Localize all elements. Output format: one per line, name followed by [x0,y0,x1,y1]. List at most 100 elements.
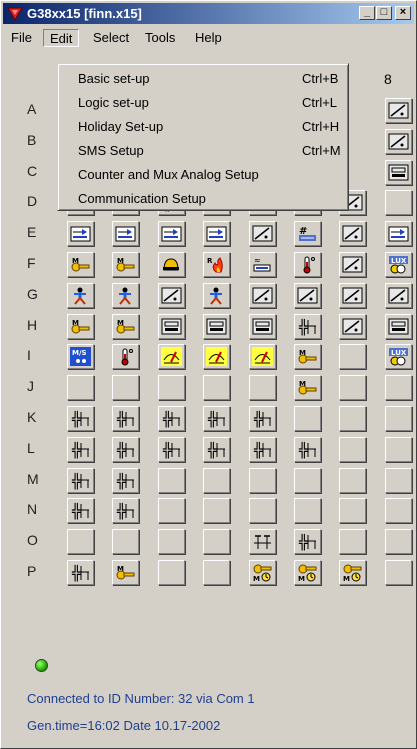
menu-select[interactable]: Select [87,29,135,47]
grid-cell-g6[interactable] [294,282,321,308]
grid-cell-e2[interactable] [112,221,140,247]
grid-cell-m4[interactable] [203,467,231,493]
grid-cell-j2[interactable] [112,375,140,401]
grid-cell-f1[interactable]: M [67,252,94,277]
grid-cell-j6[interactable]: M [294,375,321,401]
grid-cell-h6[interactable]: ╬ [294,313,321,339]
grid-cell-n6[interactable] [294,498,321,524]
grid-cell-k6[interactable] [294,406,321,431]
grid-cell-h3[interactable] [157,313,185,339]
grid-cell-c8[interactable] [384,159,412,185]
grid-cell-m8[interactable] [384,467,412,493]
grid-cell-o5[interactable] [248,529,276,555]
grid-cell-p5[interactable]: M [248,560,276,585]
grid-cell-f7[interactable] [339,252,367,277]
grid-cell-g5[interactable] [248,282,276,308]
grid-cell-f6[interactable] [294,252,321,277]
menu-basic-setup[interactable]: Basic set-up Ctrl+B [60,66,346,90]
grid-cell-f3[interactable] [157,252,185,277]
grid-cell-g3[interactable] [157,282,185,308]
grid-cell-o3[interactable] [157,529,185,555]
grid-cell-n7[interactable] [339,498,367,524]
grid-cell-k5[interactable]: ╬ [248,406,276,431]
menu-tools[interactable]: Tools [139,29,181,47]
grid-cell-h2[interactable]: M [112,313,140,339]
grid-cell-m5[interactable] [248,467,276,493]
grid-cell-g1[interactable] [67,282,94,308]
grid-cell-o6[interactable]: ╬ [294,529,321,555]
menu-communication-setup[interactable]: Communication Setup [60,186,346,210]
grid-cell-o1[interactable] [67,529,94,555]
grid-cell-i7[interactable] [339,344,367,370]
grid-cell-k3[interactable]: ╬ [157,406,185,431]
grid-cell-g8[interactable] [384,282,412,308]
menu-file[interactable]: File [5,29,38,47]
grid-cell-m6[interactable] [294,467,321,493]
grid-cell-e5[interactable] [248,221,276,247]
grid-cell-m7[interactable] [339,467,367,493]
grid-cell-l7[interactable] [339,436,367,462]
grid-cell-h4[interactable] [203,313,231,339]
grid-cell-h5[interactable] [248,313,276,339]
grid-cell-g4[interactable] [203,282,231,308]
grid-cell-k4[interactable]: ╬ [203,406,231,431]
grid-cell-i1[interactable]: M/S [67,344,94,370]
close-button[interactable]: × [395,6,411,20]
grid-cell-j4[interactable] [203,375,231,401]
grid-cell-m3[interactable] [157,467,185,493]
grid-cell-o2[interactable] [112,529,140,555]
grid-cell-f5[interactable]: ≈ [248,252,276,277]
grid-cell-m2[interactable]: ╬ [112,467,140,493]
grid-cell-k1[interactable]: ╬ [67,406,94,431]
grid-cell-l2[interactable]: ╬ [112,436,140,462]
grid-cell-j3[interactable] [157,375,185,401]
grid-cell-n2[interactable]: ╬ [112,498,140,524]
grid-cell-a8[interactable] [384,98,412,123]
grid-cell-n5[interactable] [248,498,276,524]
grid-cell-e7[interactable] [339,221,367,247]
grid-cell-n1[interactable]: ╬ [67,498,94,524]
grid-cell-n4[interactable] [203,498,231,524]
grid-cell-f4[interactable]: R [203,252,231,277]
grid-cell-l8[interactable] [384,436,412,462]
grid-cell-p7[interactable]: M [339,560,367,585]
grid-cell-i2[interactable] [112,344,140,370]
grid-cell-j5[interactable] [248,375,276,401]
grid-cell-n8[interactable] [384,498,412,524]
grid-cell-l4[interactable]: ╬ [203,436,231,462]
grid-cell-h1[interactable]: M [67,313,94,339]
grid-cell-e6[interactable]: # [294,221,321,247]
grid-cell-l6[interactable]: ╬ [294,436,321,462]
menu-logic-setup[interactable]: Logic set-up Ctrl+L [60,90,346,114]
grid-cell-o8[interactable] [384,529,412,555]
grid-cell-j8[interactable] [384,375,412,401]
grid-cell-l1[interactable]: ╬ [67,436,94,462]
grid-cell-k2[interactable]: ╬ [112,406,140,431]
grid-cell-p1[interactable]: ╬ [67,560,94,585]
grid-cell-i3[interactable] [157,344,185,370]
grid-cell-i8[interactable]: LUX [384,344,412,370]
menu-edit[interactable]: Edit [43,29,80,47]
grid-cell-f2[interactable]: M [112,252,140,277]
grid-cell-g2[interactable] [112,282,140,308]
grid-cell-g7[interactable] [339,282,367,308]
grid-cell-m1[interactable]: ╬ [67,467,94,493]
maximize-button[interactable]: □ [376,6,392,20]
menu-holiday-setup[interactable]: Holiday Set-up Ctrl+H [60,114,346,138]
grid-cell-i5[interactable] [248,344,276,370]
grid-cell-i4[interactable] [203,344,231,370]
grid-cell-h8[interactable] [384,313,412,339]
grid-cell-i6[interactable]: M [294,344,321,370]
minimize-button[interactable]: _ [359,6,375,20]
grid-cell-e8[interactable] [384,221,412,247]
grid-cell-j1[interactable] [67,375,94,401]
grid-cell-n3[interactable] [157,498,185,524]
grid-cell-e3[interactable] [157,221,185,247]
menu-counter-mux-setup[interactable]: Counter and Mux Analog Setup [60,162,346,186]
grid-cell-p8[interactable] [384,560,412,585]
grid-cell-o7[interactable] [339,529,367,555]
grid-cell-j7[interactable] [339,375,367,401]
grid-cell-e1[interactable] [67,221,94,247]
grid-cell-k8[interactable] [384,406,412,431]
grid-cell-b8[interactable] [384,128,412,154]
